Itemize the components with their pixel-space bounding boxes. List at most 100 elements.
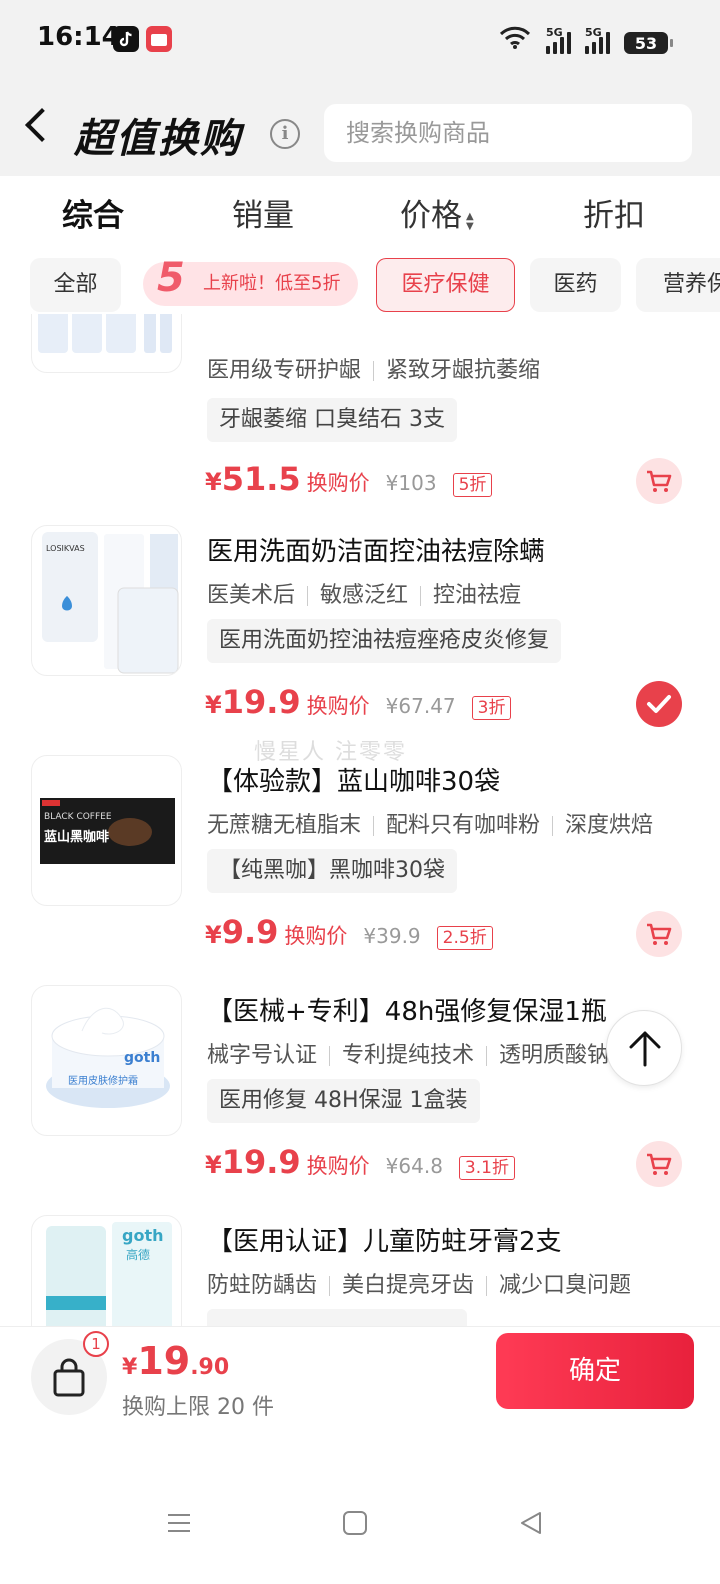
promo-number-icon: 5: [157, 256, 185, 301]
total-price: ¥19.90: [122, 1339, 229, 1383]
confirm-button[interactable]: 确定: [496, 1333, 694, 1409]
product-thumbnail-coffee: BLACK COFFEE 蓝山黑咖啡: [31, 755, 182, 906]
page-title: 超值换购: [74, 116, 242, 162]
status-bar: 16:14 5G 5G 53: [0, 0, 720, 80]
product-item[interactable]: LOSIKVAS 医用洗面奶洁面控油祛痘除螨 医美术后 敏感泛红 控油祛痘 医用洗面…: [0, 525, 720, 755]
search-input[interactable]: 搜索换购商品: [324, 104, 692, 162]
sort-tab-price-label: 价格: [400, 198, 462, 234]
original-price: ¥39.9: [363, 924, 421, 948]
original-price: ¥67.47: [385, 694, 456, 718]
add-to-cart-button[interactable]: [636, 1141, 682, 1187]
product-tag: 深度烘焙: [565, 813, 654, 838]
original-price: ¥64.8: [385, 1154, 443, 1178]
product-tag: 医用级专研护龈: [207, 358, 362, 383]
product-spec-chip[interactable]: 医用洗面奶控油祛痘痤疮皮炎修复: [207, 619, 562, 663]
product-spec-chip[interactable]: 【纯黑咖】黑咖啡30袋: [207, 849, 457, 893]
price-label: 换购价: [306, 1154, 370, 1178]
sort-tabs: 综合 销量 价格 ▲ ▼ 折扣: [0, 180, 720, 240]
promo-banner[interactable]: 5 上新啦！低至5折: [143, 256, 358, 306]
promo-text: 上新啦！低至5折: [203, 273, 341, 294]
cart-icon: [647, 923, 672, 945]
product-tags: 械字号认证 专利提纯技术 透明质酸钠: [207, 1037, 612, 1069]
sort-tab-sales[interactable]: 销量: [232, 190, 294, 235]
battery-icon: 53: [624, 32, 673, 54]
category-nutrition[interactable]: 营养保: [636, 258, 720, 312]
product-tag: 无蔗糖无植脂末: [207, 813, 362, 838]
product-thumbnail-cream: goth 医用皮肤修护霜: [31, 985, 182, 1136]
category-chips: 全部 5 上新啦！低至5折 医疗保健 医药 营养保: [0, 256, 720, 314]
status-time: 16:14: [37, 22, 120, 52]
discount-badge: 5折: [452, 473, 493, 497]
product-tag: 减少口臭问题: [499, 1273, 632, 1298]
product-tag: 透明质酸钠: [499, 1043, 610, 1068]
product-tag: 紧致牙龈抗萎缩: [386, 358, 541, 383]
check-icon: [647, 695, 671, 713]
product-tag: 美白提亮牙齿: [342, 1273, 475, 1298]
signal-label-2: 5G: [585, 26, 602, 39]
product-item[interactable]: BLACK COFFEE 蓝山黑咖啡 【体验款】蓝山咖啡30袋 无蔗糖无植脂末配…: [0, 755, 720, 985]
product-tag: 敏感泛红: [320, 583, 409, 608]
category-medical[interactable]: 医疗保健: [376, 258, 515, 312]
product-price-row: ¥19.9 换购价 ¥64.8 3.1折: [205, 1143, 515, 1181]
original-price: ¥103: [385, 471, 437, 495]
signal-label-1: 5G: [546, 26, 563, 39]
shopping-app-icon: [146, 26, 172, 52]
price-label: 换购价: [306, 471, 370, 495]
product-spec-chip[interactable]: [207, 1309, 467, 1326]
back-arrow-icon[interactable]: [25, 108, 59, 142]
product-price-row: ¥9.9 换购价 ¥39.9 2.5折: [205, 913, 493, 951]
checkout-bar: 1 ¥19.90 换购上限 20 件 确定: [0, 1326, 720, 1426]
sort-tab-comprehensive[interactable]: 综合: [62, 190, 124, 235]
category-all[interactable]: 全部: [30, 258, 121, 312]
product-name[interactable]: 【体验款】蓝山咖啡30袋: [207, 761, 500, 798]
product-tags: 防蛀防龋齿 美白提亮牙齿 减少口臭问题: [207, 1267, 631, 1299]
wifi-icon: [498, 24, 532, 54]
currency-symbol: ¥: [122, 1355, 138, 1380]
product-tags: 无蔗糖无植脂末 配料只有咖啡粉 深度烘焙: [207, 807, 653, 839]
product-name[interactable]: 【医用认证】儿童防蛀牙膏2支: [207, 1221, 562, 1258]
price-label: 换购价: [284, 924, 348, 948]
product-name[interactable]: 【医械+专利】48h强修复保湿1瓶: [207, 991, 607, 1028]
scroll-to-top-button[interactable]: [606, 1010, 682, 1086]
product-spec-chip[interactable]: 医用修复 48H保湿 1盒装: [207, 1079, 480, 1123]
product-price-row: ¥51.5 换购价 ¥103 5折: [205, 460, 493, 498]
home-icon[interactable]: [342, 1510, 368, 1540]
product-spec-chip[interactable]: 牙龈萎缩 口臭结石 3支: [207, 398, 457, 442]
product-tag: 医美术后: [207, 583, 296, 608]
product-item[interactable]: 医用级专研护龈 紧致牙龈抗萎缩 牙龈萎缩 口臭结石 3支 ¥51.5 换购价 ¥103…: [0, 314, 720, 504]
battery-level: 53: [634, 33, 658, 53]
product-thumbnail-kids-toothpaste: goth 高德: [31, 1215, 182, 1326]
category-medicine[interactable]: 医药: [530, 258, 621, 312]
product-list: 医用级专研护龈 紧致牙龈抗萎缩 牙龈萎缩 口臭结石 3支 ¥51.5 换购价 ¥103…: [0, 314, 720, 1326]
sort-tab-discount[interactable]: 折扣: [583, 190, 645, 235]
sort-caret-icon: ▲ ▼: [466, 210, 474, 232]
product-price: 9.9: [221, 913, 279, 951]
back-nav-icon[interactable]: [518, 1510, 544, 1540]
selected-check-button[interactable]: [636, 681, 682, 727]
add-to-cart-button[interactable]: [636, 458, 682, 504]
cell-signal-icon-2: 5G: [585, 26, 610, 54]
product-item[interactable]: goth 高德 【医用认证】儿童防蛀牙膏2支 防蛀防龋齿 美白提亮牙齿 减少口臭问题: [0, 1215, 720, 1326]
cart-icon: [647, 1153, 672, 1175]
thumb-brand-text: goth: [124, 1050, 161, 1066]
discount-badge: 2.5折: [436, 926, 493, 950]
info-icon[interactable]: i: [270, 119, 300, 149]
add-to-cart-button[interactable]: [636, 911, 682, 957]
product-tags: 医美术后 敏感泛红 控油祛痘: [207, 577, 521, 609]
sort-tab-price[interactable]: 价格 ▲ ▼: [400, 190, 478, 235]
product-name[interactable]: 医用洗面奶洁面控油祛痘除螨: [207, 531, 545, 568]
total-decimal: .90: [190, 1355, 230, 1380]
system-nav-bar: [0, 1490, 720, 1560]
product-price: 51.5: [221, 460, 301, 498]
product-price: 19.9: [221, 683, 301, 721]
menu-icon[interactable]: [166, 1510, 192, 1540]
total-integer: 19: [137, 1339, 191, 1383]
tiktok-app-icon: [113, 26, 139, 52]
product-tag: 防蛀防龋齿: [207, 1273, 318, 1298]
thumb-brand-text: goth: [122, 1226, 164, 1245]
product-price-row: ¥19.9 换购价 ¥67.47 3折: [205, 683, 512, 721]
product-tag: 控油祛痘: [433, 583, 522, 608]
cell-signal-icon-1: 5G: [546, 26, 571, 54]
thumb-brand-sub: 高德: [126, 1248, 151, 1262]
arrow-up-icon: [629, 1031, 661, 1067]
